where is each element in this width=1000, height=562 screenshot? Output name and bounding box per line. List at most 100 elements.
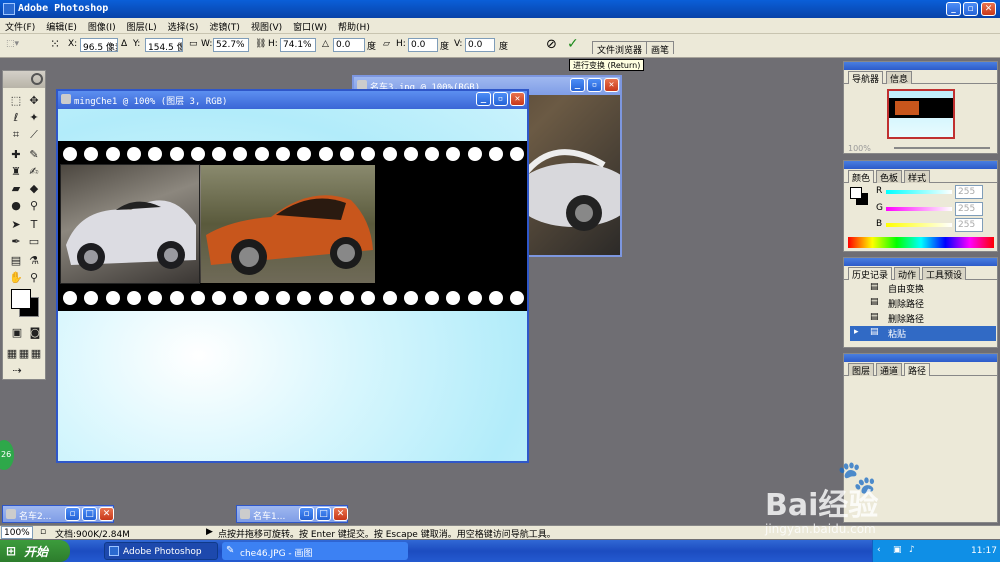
navigator-zoom-slider[interactable] — [894, 147, 990, 149]
bucket-tool-icon[interactable]: ◆ — [26, 181, 42, 197]
pen-tool-icon[interactable]: ✒ — [8, 234, 24, 250]
eraser-tool-icon[interactable]: ▰ — [8, 181, 24, 197]
tab-styles[interactable]: 样式 — [904, 170, 931, 184]
commit-transform-icon[interactable]: ✓ — [567, 36, 579, 52]
tab-brushes[interactable]: 画笔 — [646, 41, 675, 56]
color-panel-header[interactable] — [844, 161, 997, 169]
link-icon[interactable]: ⛓ — [255, 39, 266, 49]
taskbar-item-photoshop[interactable]: Adobe Photoshop — [104, 542, 218, 560]
status-zoom-field[interactable]: 100% — [1, 526, 33, 539]
x-field[interactable]: 96.5 像素 — [80, 38, 118, 52]
h-field[interactable]: 74.1% — [280, 38, 316, 52]
brush-tool-icon[interactable]: ✎ — [26, 147, 42, 163]
taskbar-item-paint[interactable]: ✎ che46.JPG - 画图 — [222, 542, 408, 560]
y-field[interactable]: 154.5 像素 — [145, 38, 183, 52]
lasso-tool-icon[interactable]: ℓ — [8, 110, 24, 126]
tab-file-browser[interactable]: 文件浏览器 — [592, 41, 648, 56]
doc-window-main-titlebar[interactable]: mingChe1 @ 100% (图层 3, RGB) _ ▫ ✕ — [58, 91, 527, 109]
menu-filter[interactable]: 滤镜(T) — [204, 18, 246, 33]
type-tool-icon[interactable]: T — [26, 217, 42, 233]
tab-paths[interactable]: 路径 — [904, 363, 931, 377]
vskew-field[interactable]: 0.0 — [465, 38, 495, 52]
tab-channels[interactable]: 通道 — [876, 363, 903, 377]
dodge-tool-icon[interactable]: ⚲ — [26, 198, 42, 214]
cancel-transform-icon[interactable]: ⊘ — [546, 37, 557, 52]
r-value[interactable]: 255 — [955, 185, 983, 199]
menu-layer[interactable]: 图层(L) — [122, 18, 163, 33]
close-button[interactable]: ✕ — [99, 507, 114, 521]
g-value[interactable]: 255 — [955, 202, 983, 216]
maximize-button[interactable]: ▫ — [963, 2, 978, 16]
history-item[interactable]: ▤ 删除路径 — [850, 311, 996, 326]
b-slider[interactable] — [886, 223, 952, 227]
tray-volume-icon[interactable]: ♪ — [909, 545, 915, 555]
hand-tool-icon[interactable]: ✋ — [8, 270, 24, 286]
start-button[interactable]: ⊞ 开始 — [0, 540, 70, 562]
healing-brush-icon[interactable]: ✚ — [8, 147, 24, 163]
navigator-thumbnail[interactable] — [887, 89, 955, 139]
menu-edit[interactable]: 编辑(E) — [41, 18, 83, 33]
r-slider[interactable] — [886, 190, 952, 194]
doc-back-maximize-button[interactable]: ▫ — [587, 78, 602, 92]
doc-back-minimize-button[interactable]: _ — [570, 78, 585, 92]
tab-history[interactable]: 历史记录 — [848, 267, 893, 281]
foreground-color-swatch[interactable] — [11, 289, 31, 309]
doc-window-main[interactable]: mingChe1 @ 100% (图层 3, RGB) _ ▫ ✕ — [56, 89, 529, 463]
transform-bounding-box[interactable] — [60, 164, 200, 284]
tab-layers[interactable]: 图层 — [848, 363, 875, 377]
w-field[interactable]: 52.7% — [213, 38, 249, 52]
move-tool-icon[interactable]: ✥ — [26, 93, 42, 109]
doc-main-close-button[interactable]: ✕ — [510, 92, 525, 106]
quickmask-mode-icon[interactable]: ◙ — [27, 325, 43, 341]
blur-tool-icon[interactable]: ● — [8, 198, 24, 214]
panel-fg-swatch[interactable] — [850, 187, 862, 199]
zoom-tool-icon[interactable]: ⚲ — [26, 270, 42, 286]
history-item[interactable]: ▤ 自由变换 — [850, 281, 996, 296]
shape-tool-icon[interactable]: ▭ — [26, 234, 42, 250]
close-button[interactable]: ✕ — [981, 2, 996, 16]
tray-network-icon[interactable]: ▣ — [893, 545, 902, 555]
layers-panel-header[interactable] — [844, 354, 997, 362]
minimized-window-1[interactable]: 名车2... ▫ □ ✕ — [2, 505, 114, 523]
tray-clock[interactable]: 11:17 — [971, 546, 997, 556]
history-item-selected[interactable]: ▸ ▤ 粘贴 — [850, 326, 996, 341]
navigator-zoom[interactable]: 100% — [848, 144, 871, 153]
restore-button[interactable]: ▫ — [299, 507, 314, 521]
menu-view[interactable]: 视图(V) — [246, 18, 288, 33]
minimize-button[interactable]: _ — [946, 2, 961, 16]
magic-wand-icon[interactable]: ✦ — [26, 110, 42, 126]
menu-file[interactable]: 文件(F) — [0, 18, 41, 33]
canvas[interactable] — [58, 109, 527, 461]
minimized-window-2[interactable]: 名车1... ▫ □ ✕ — [236, 505, 348, 523]
marquee-tool-icon[interactable]: ⬚ — [8, 93, 24, 109]
b-value[interactable]: 255 — [955, 218, 983, 232]
adobe-eye-icon[interactable] — [31, 73, 43, 85]
navigator-panel-header[interactable] — [844, 62, 997, 70]
screen-mode-1-icon[interactable]: ▦ — [6, 346, 18, 362]
tab-actions[interactable]: 动作 — [894, 267, 921, 281]
menu-window[interactable]: 窗口(W) — [288, 18, 333, 33]
status-arrow-icon[interactable]: ▶ — [206, 527, 213, 537]
menu-image[interactable]: 图像(I) — [83, 18, 122, 33]
slice-tool-icon[interactable]: ⟋ — [26, 127, 42, 143]
history-brush-icon[interactable]: ✍ — [26, 164, 42, 180]
reference-point-icon[interactable]: ⁙ — [50, 37, 60, 51]
color-ramp[interactable] — [848, 237, 994, 248]
g-slider[interactable] — [886, 207, 952, 211]
doc-main-maximize-button[interactable]: ▫ — [493, 92, 508, 106]
floating-badge[interactable]: 26 — [0, 440, 14, 470]
notes-tool-icon[interactable]: ▤ — [8, 253, 24, 269]
eyedropper-icon[interactable]: ⚗ — [26, 253, 42, 269]
screen-mode-3-icon[interactable]: ▦ — [30, 346, 42, 362]
history-panel-header[interactable] — [844, 258, 997, 266]
close-button[interactable]: ✕ — [333, 507, 348, 521]
maximize-button[interactable]: □ — [316, 507, 331, 521]
maximize-button[interactable]: □ — [82, 507, 97, 521]
jump-to-imageready-icon[interactable]: ⇢ — [9, 363, 25, 379]
menu-help[interactable]: 帮助(H) — [333, 18, 376, 33]
tab-info[interactable]: 信息 — [886, 71, 913, 85]
hskew-field[interactable]: 0.0 — [408, 38, 438, 52]
tab-color[interactable]: 颜色 — [848, 170, 875, 184]
clone-stamp-icon[interactable]: ♜ — [8, 164, 24, 180]
path-select-icon[interactable]: ➤ — [8, 217, 24, 233]
